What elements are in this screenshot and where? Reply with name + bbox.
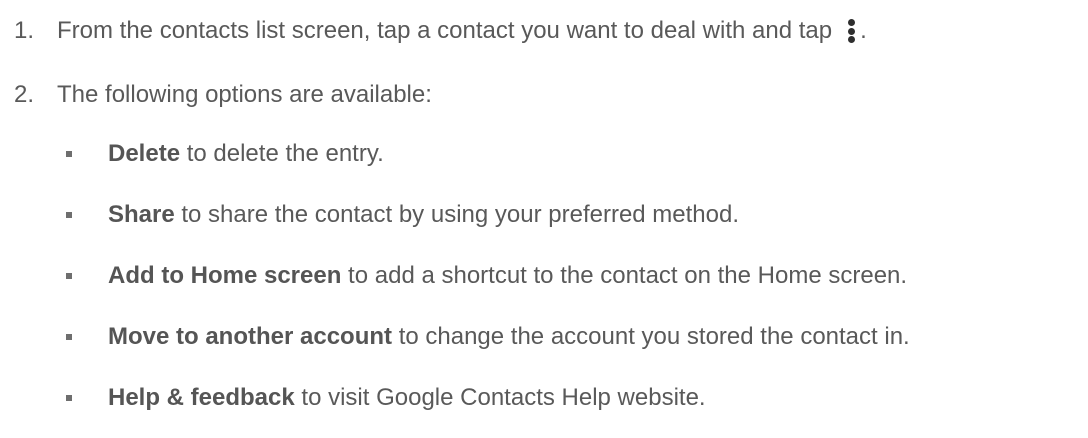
option-description: to share the contact by using your prefe… [174, 201, 740, 228]
option-text: Add to Home screen to add a shortcut to … [108, 262, 907, 290]
option-text: Delete to delete the entry. [108, 140, 384, 168]
square-bullet-icon [66, 273, 72, 279]
option-text: Move to another account to change the ac… [108, 323, 910, 351]
option-text: Help & feedback to visit Google Contacts… [108, 384, 706, 412]
square-bullet-icon [66, 395, 72, 401]
option-text: Share to share the contact by using your… [108, 201, 739, 229]
option-term: Delete [108, 140, 181, 167]
option-description: to visit Google Contacts Help website. [294, 384, 706, 411]
square-bullet-icon [66, 334, 72, 340]
option-description: to change the account you stored the con… [392, 323, 910, 350]
step-text: The following options are available: [57, 81, 432, 108]
option-term: Help & feedback [108, 384, 295, 411]
step-number: 2. [14, 81, 35, 108]
option-term: Share [108, 201, 175, 228]
option-description: to delete the entry. [180, 140, 384, 167]
step-text-before-icon: From the contacts list screen, tap a con… [57, 17, 833, 44]
option-description: to add a shortcut to the contact on the … [341, 262, 908, 289]
option-term: Move to another account [108, 323, 393, 350]
square-bullet-icon [66, 151, 72, 157]
step-number: 1. [14, 17, 35, 44]
more-vert-icon [846, 19, 856, 43]
option-term: Add to Home screen [108, 262, 342, 289]
step-text-after-icon: . [860, 17, 867, 44]
step-text: From the contacts list screen, tap a con… [57, 17, 867, 45]
square-bullet-icon [66, 212, 72, 218]
instruction-steps: 1. From the contacts list screen, tap a … [0, 0, 1088, 438]
